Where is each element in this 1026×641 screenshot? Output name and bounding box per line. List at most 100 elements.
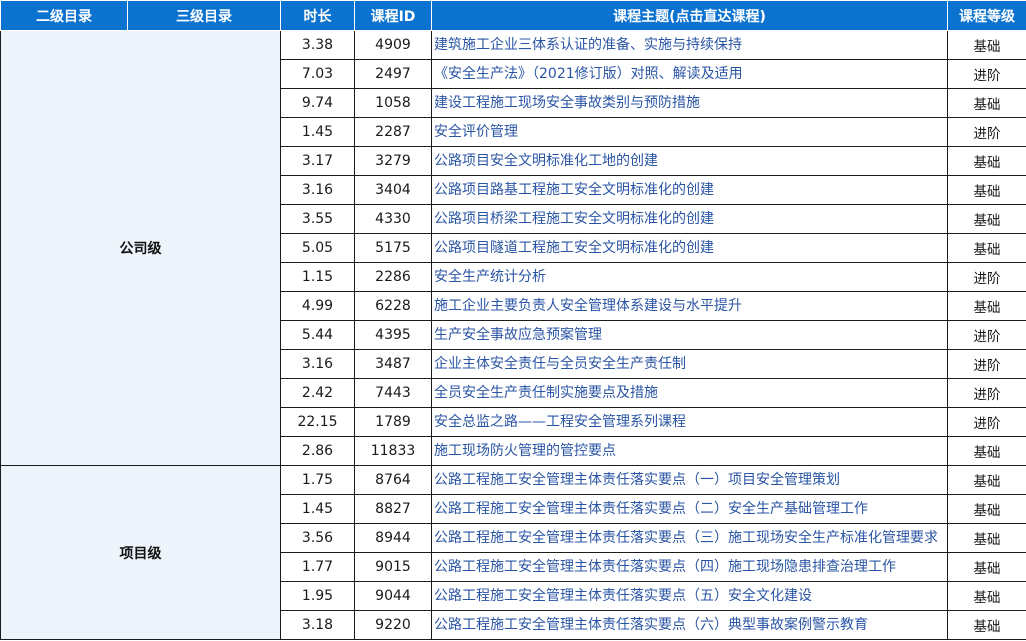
header-topic: 课程主题(点击直达课程): [431, 0, 948, 31]
course-level-cell: 进阶: [947, 59, 1026, 89]
course-level-cell: 基础: [947, 581, 1026, 611]
duration-cell: 2.86: [280, 436, 355, 466]
course-topic-text: 企业主体安全责任与全员安全生产责任制: [434, 356, 686, 372]
course-id-cell: 2286: [354, 262, 432, 292]
header-level2: 二级目录: [0, 0, 128, 31]
course-topic-text: 公路项目隧道工程施工安全文明标准化的创建: [434, 240, 714, 256]
course-topic-text: 建设工程施工现场安全事故类别与预防措施: [434, 95, 700, 111]
course-topic-link[interactable]: 施工企业主要负责人安全管理体系建设与水平提升: [431, 291, 948, 321]
duration-cell: 1.15: [280, 262, 355, 292]
duration-cell: 22.15: [280, 407, 355, 437]
course-id-cell: 5175: [354, 233, 432, 263]
duration-cell: 1.45: [280, 117, 355, 147]
duration-cell: 7.03: [280, 59, 355, 89]
course-topic-text: 《安全生产法》（2021修订版）对照、解读及适用: [434, 66, 743, 82]
course-level-cell: 基础: [947, 175, 1026, 205]
course-id-cell: 11833: [354, 436, 432, 466]
course-id-cell: 1789: [354, 407, 432, 437]
course-topic-link[interactable]: 公路工程施工安全管理主体责任落实要点（一）项目安全管理策划: [431, 465, 948, 495]
course-topic-link[interactable]: 公路项目桥梁工程施工安全文明标准化的创建: [431, 204, 948, 234]
course-level-cell: 基础: [947, 233, 1026, 263]
group-label: 公司级: [0, 30, 281, 466]
course-id-cell: 3487: [354, 349, 432, 379]
table-row: 项目级 1.75 8764 公路工程施工安全管理主体责任落实要点（一）项目安全管理策划…: [0, 465, 1026, 640]
duration-cell: 3.38: [280, 30, 355, 60]
course-id-cell: 8827: [354, 494, 432, 524]
course-id-cell: 9220: [354, 610, 432, 640]
course-topic-link[interactable]: 公路工程施工安全管理主体责任落实要点（六）典型事故案例警示教育: [431, 610, 948, 640]
course-id-cell: 6228: [354, 291, 432, 321]
duration-cell: 3.17: [280, 146, 355, 176]
course-level-cell: 基础: [947, 465, 1026, 495]
course-topic-text: 全员安全生产责任制实施要点及措施: [434, 385, 658, 401]
course-topic-link[interactable]: 施工现场防火管理的管控要点: [431, 436, 948, 466]
course-topic-text: 施工企业主要负责人安全管理体系建设与水平提升: [434, 298, 742, 314]
course-id-cell: 9044: [354, 581, 432, 611]
course-topic-link[interactable]: 公路工程施工安全管理主体责任落实要点（四）施工现场隐患排查治理工作: [431, 552, 948, 582]
course-topic-text: 安全总监之路——工程安全管理系列课程: [434, 414, 686, 430]
course-topic-text: 生产安全事故应急预案管理: [434, 327, 602, 343]
duration-cell: 1.95: [280, 581, 355, 611]
course-topic-link[interactable]: 公路工程施工安全管理主体责任落实要点（五）安全文化建设: [431, 581, 948, 611]
duration-cell: 3.16: [280, 175, 355, 205]
course-id-cell: 8944: [354, 523, 432, 553]
course-topic-link[interactable]: 公路工程施工安全管理主体责任落实要点（三）施工现场安全生产标准化管理要求: [431, 523, 948, 553]
course-topic-text: 安全评价管理: [434, 124, 518, 140]
course-topic-link[interactable]: 安全总监之路——工程安全管理系列课程: [431, 407, 948, 437]
course-topic-text: 公路工程施工安全管理主体责任落实要点（三）施工现场安全生产标准化管理要求: [434, 530, 938, 546]
course-id-cell: 2287: [354, 117, 432, 147]
table-body: 公司级 3.38 4909 建筑施工企业三体系认证的准备、实施与持续保持 基础 7.03 2…: [0, 30, 1026, 640]
course-level-cell: 基础: [947, 436, 1026, 466]
course-topic-link[interactable]: 公路工程施工安全管理主体责任落实要点（二）安全生产基础管理工作: [431, 494, 948, 524]
duration-cell: 1.45: [280, 494, 355, 524]
course-topic-text: 安全生产统计分析: [434, 269, 546, 285]
course-table: 二级目录 三级目录 时长 课程ID 课程主题(点击直达课程) 课程等级 公司级 3…: [0, 0, 1026, 640]
duration-cell: 1.77: [280, 552, 355, 582]
course-topic-text: 公路项目路基工程施工安全文明标准化的创建: [434, 182, 714, 198]
duration-cell: 5.44: [280, 320, 355, 350]
course-level-cell: 进阶: [947, 378, 1026, 408]
course-topic-text: 公路工程施工安全管理主体责任落实要点（五）安全文化建设: [434, 588, 812, 604]
course-topic-link[interactable]: 《安全生产法》（2021修订版）对照、解读及适用: [431, 59, 948, 89]
course-topic-text: 施工现场防火管理的管控要点: [434, 443, 616, 459]
course-level-cell: 进阶: [947, 407, 1026, 437]
course-topic-link[interactable]: 生产安全事故应急预案管理: [431, 320, 948, 350]
course-level-cell: 基础: [947, 146, 1026, 176]
course-level-cell: 基础: [947, 30, 1026, 60]
course-topic-link[interactable]: 建筑施工企业三体系认证的准备、实施与持续保持: [431, 30, 948, 60]
duration-cell: 9.74: [280, 88, 355, 118]
course-topic-link[interactable]: 建设工程施工现场安全事故类别与预防措施: [431, 88, 948, 118]
course-id-cell: 2497: [354, 59, 432, 89]
group-label: 项目级: [0, 465, 281, 640]
course-level-cell: 进阶: [947, 262, 1026, 292]
duration-cell: 3.16: [280, 349, 355, 379]
course-id-cell: 3404: [354, 175, 432, 205]
course-topic-link[interactable]: 企业主体安全责任与全员安全生产责任制: [431, 349, 948, 379]
duration-cell: 1.75: [280, 465, 355, 495]
course-topic-link[interactable]: 公路项目路基工程施工安全文明标准化的创建: [431, 175, 948, 205]
course-id-cell: 3279: [354, 146, 432, 176]
duration-cell: 3.55: [280, 204, 355, 234]
duration-cell: 4.99: [280, 291, 355, 321]
duration-cell: 3.56: [280, 523, 355, 553]
course-level-cell: 基础: [947, 552, 1026, 582]
course-topic-link[interactable]: 安全生产统计分析: [431, 262, 948, 292]
course-id-cell: 4909: [354, 30, 432, 60]
course-id-cell: 1058: [354, 88, 432, 118]
course-topic-link[interactable]: 全员安全生产责任制实施要点及措施: [431, 378, 948, 408]
header-row: 二级目录 三级目录 时长 课程ID 课程主题(点击直达课程) 课程等级: [0, 0, 1026, 31]
table-row: 公司级 3.38 4909 建筑施工企业三体系认证的准备、实施与持续保持 基础: [0, 30, 1026, 466]
header-duration: 时长: [280, 0, 355, 31]
course-id-cell: 7443: [354, 378, 432, 408]
course-topic-text: 公路工程施工安全管理主体责任落实要点（二）安全生产基础管理工作: [434, 501, 868, 517]
course-topic-link[interactable]: 安全评价管理: [431, 117, 948, 147]
course-level-cell: 进阶: [947, 117, 1026, 147]
course-level-cell: 进阶: [947, 349, 1026, 379]
course-level-cell: 基础: [947, 610, 1026, 640]
course-id-cell: 8764: [354, 465, 432, 495]
course-topic-link[interactable]: 公路项目安全文明标准化工地的创建: [431, 146, 948, 176]
duration-cell: 3.18: [280, 610, 355, 640]
course-topic-text: 公路工程施工安全管理主体责任落实要点（六）典型事故案例警示教育: [434, 617, 868, 633]
header-course-id: 课程ID: [354, 0, 432, 31]
course-topic-link[interactable]: 公路项目隧道工程施工安全文明标准化的创建: [431, 233, 948, 263]
